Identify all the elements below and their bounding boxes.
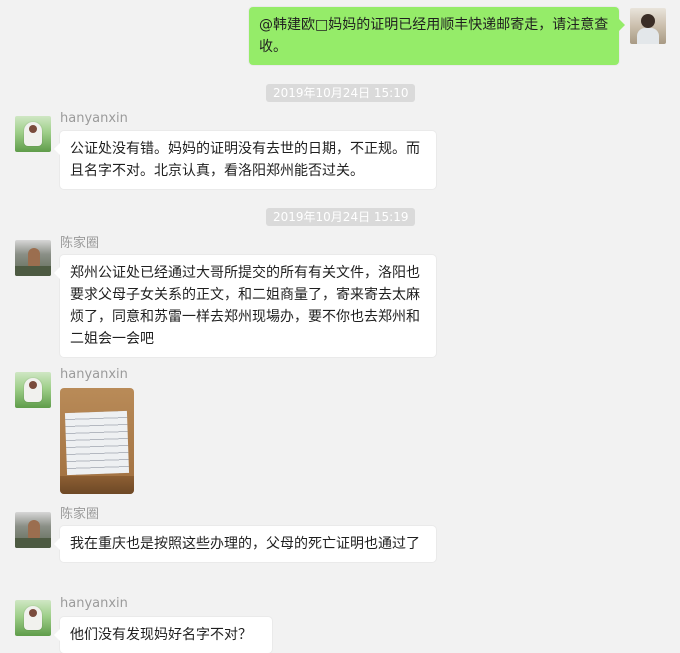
message-bubble[interactable]: 他们没有发现妈好名字不对？: [54, 617, 272, 653]
message-bubble[interactable]: 我在重庆也是按照这些办理的，父母的死亡证明也通过了: [54, 526, 436, 562]
image-message[interactable]: [60, 388, 134, 494]
sender-name: hanyanxin: [60, 596, 128, 611]
timestamp: 2019年10月24日 15:19: [266, 208, 416, 226]
timestamp: 2019年10月24日 15:10: [266, 84, 416, 102]
message-text: @韩建欧□妈妈的证明已经用顺丰快递邮寄走，请注意查收。: [259, 17, 609, 55]
sender-name: 陈家圈: [60, 236, 100, 251]
message-bubble[interactable]: 郑州公证处已经通过大哥所提交的所有有关文件，洛阳也要求父母子女关系的正文，和二姐…: [54, 255, 436, 357]
message-text: 公证处没有错。妈妈的证明没有去世的日期，不正规。而且名字不对。北京认真，看洛阳郑…: [70, 141, 420, 179]
avatar-chenjiaquan[interactable]: [15, 512, 51, 548]
avatar-hanyanxin[interactable]: [15, 372, 51, 408]
message-bubble[interactable]: 公证处没有错。妈妈的证明没有去世的日期，不正规。而且名字不对。北京认真，看洛阳郑…: [54, 131, 436, 189]
avatar-hanyanxin[interactable]: [15, 600, 51, 636]
sender-name: hanyanxin: [60, 111, 128, 126]
avatar-chenjiaquan[interactable]: [15, 240, 51, 276]
sender-name: hanyanxin: [60, 367, 128, 382]
document-photo: [64, 410, 130, 476]
message-text: 他们没有发现妈好名字不对？: [70, 627, 252, 643]
message-text: 郑州公证处已经通过大哥所提交的所有有关文件，洛阳也要求父母子女关系的正文，和二姐…: [70, 265, 420, 347]
message-bubble-self[interactable]: @韩建欧□妈妈的证明已经用顺丰快递邮寄走，请注意查收。: [249, 7, 625, 65]
photo-shadow: [60, 476, 134, 494]
message-text: 我在重庆也是按照这些办理的，父母的死亡证明也通过了: [70, 536, 420, 552]
sender-name: 陈家圈: [60, 507, 100, 522]
avatar-hanyanxin[interactable]: [15, 116, 51, 152]
self-avatar[interactable]: [630, 8, 666, 44]
